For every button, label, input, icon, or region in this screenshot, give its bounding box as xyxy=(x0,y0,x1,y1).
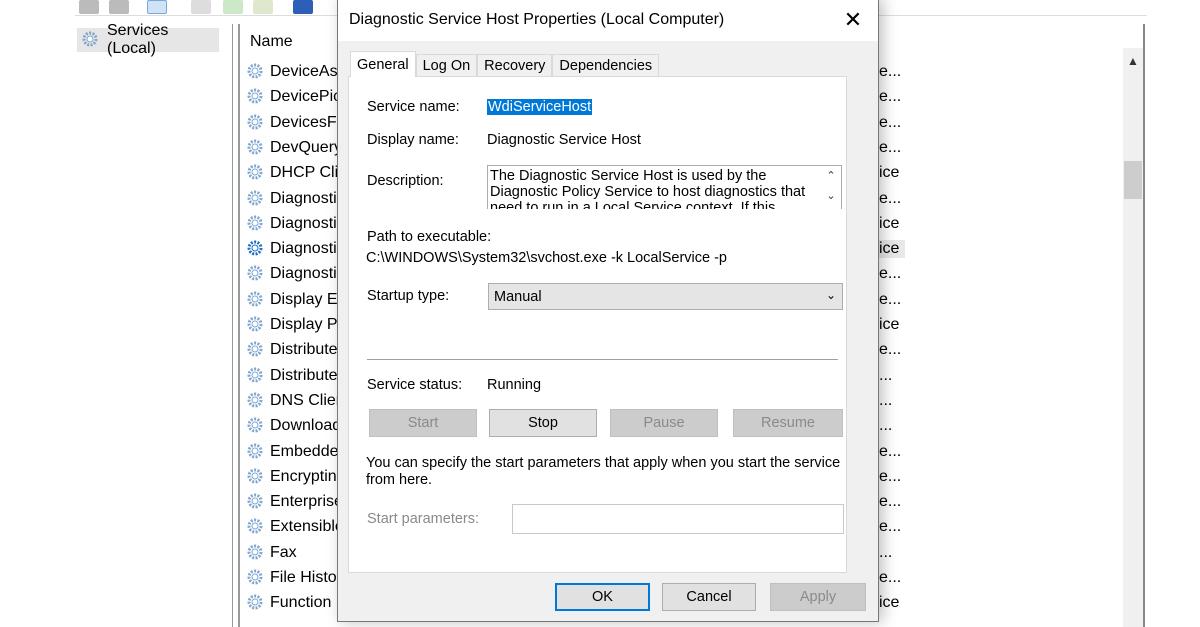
gear-icon xyxy=(247,594,263,610)
display-name-value[interactable]: Diagnostic Service Host xyxy=(487,132,641,148)
gear-icon xyxy=(247,443,263,458)
service-logon-as: ... xyxy=(879,417,893,435)
service-logon-as: ice xyxy=(879,594,900,612)
service-logon-as: e... xyxy=(879,493,902,511)
tree-pane: Services (Local) xyxy=(75,22,233,627)
gear-icon xyxy=(247,63,263,79)
service-logon-as: e... xyxy=(879,265,902,283)
description-text: The Diagnostic Service Host is used by t… xyxy=(490,168,806,209)
service-logon-as: ice xyxy=(879,164,900,182)
close-icon[interactable]: ✕ xyxy=(838,7,868,33)
tree-item-services-local[interactable]: Services (Local) xyxy=(77,22,219,57)
service-logon-as: e... xyxy=(879,113,902,131)
service-logon-as: ... xyxy=(879,366,893,384)
gear-icon xyxy=(247,114,263,130)
path-value[interactable]: C:\WINDOWS\System32\svchost.exe -k Local… xyxy=(366,250,727,266)
service-logon-as: e... xyxy=(879,442,902,460)
dialog-title: Diagnostic Service Host Properties (Loca… xyxy=(349,11,725,28)
service-logon-as: e... xyxy=(879,467,902,485)
service-logon-as: ice xyxy=(879,316,900,333)
startup-type-select[interactable]: Manual ⌄ xyxy=(488,283,843,310)
gear-icon xyxy=(247,518,263,534)
gear-icon xyxy=(247,468,263,484)
gear-icon xyxy=(247,493,263,509)
display-name-label: Display name: xyxy=(367,132,459,148)
service-logon-as: e... xyxy=(879,569,902,586)
back-icon[interactable] xyxy=(79,0,99,14)
title-bar: Diagnostic Service Host Properties (Loca… xyxy=(338,0,878,41)
ok-button[interactable]: OK xyxy=(555,583,650,611)
service-logon-as: e... xyxy=(879,189,902,207)
chevron-down-icon: ⌄ xyxy=(825,288,836,302)
vertical-scrollbar[interactable]: ▲ xyxy=(1123,48,1143,627)
refresh-icon[interactable] xyxy=(223,0,243,14)
help-icon[interactable] xyxy=(293,0,313,14)
gear-icon xyxy=(247,367,263,383)
service-status-label: Service status: xyxy=(367,377,463,393)
description-scrollbar[interactable]: ⌃ ⌄ xyxy=(821,166,841,209)
path-label: Path to executable: xyxy=(367,229,492,245)
service-logon-as: ice xyxy=(879,240,906,259)
chevron-down-icon[interactable]: ⌄ xyxy=(821,186,841,206)
general-tab-panel: Service name: WdiServiceHost Display nam… xyxy=(348,76,847,573)
gear-icon xyxy=(247,417,263,433)
resume-button[interactable]: Resume xyxy=(733,409,843,437)
scroll-up-icon[interactable]: ▲ xyxy=(1127,54,1139,68)
start-parameters-label: Start parameters: xyxy=(367,511,480,527)
tab-log-on[interactable]: Log On xyxy=(415,54,478,76)
service-status-value: Running xyxy=(487,377,542,393)
tab-general[interactable]: General xyxy=(350,51,416,77)
start-parameters-input[interactable] xyxy=(512,504,844,534)
tree-item-label: Services (Local) xyxy=(107,22,169,57)
service-name-label: Service name: xyxy=(367,99,460,115)
export-icon[interactable] xyxy=(253,0,273,14)
service-logon-as: ... xyxy=(879,543,893,561)
gear-icon xyxy=(247,240,263,256)
service-logon-as: e... xyxy=(879,138,902,156)
service-logon-as: e... xyxy=(879,63,902,80)
service-logon-as: ... xyxy=(879,391,893,409)
gear-icon xyxy=(247,392,263,408)
apply-button[interactable]: Apply xyxy=(770,583,866,611)
gear-icon xyxy=(247,544,263,560)
show-hide-tree-icon[interactable] xyxy=(147,0,167,14)
startup-type-value: Manual xyxy=(494,288,542,305)
properties-dialog: Diagnostic Service Host Properties (Loca… xyxy=(337,0,879,622)
service-logon-as: e... xyxy=(879,518,902,536)
scrollbar-thumb[interactable] xyxy=(1124,161,1142,199)
description-textbox[interactable]: The Diagnostic Service Host is used by t… xyxy=(487,165,842,209)
service-logon-as: e... xyxy=(879,341,902,359)
gear-icon xyxy=(247,215,263,231)
description-label: Description: xyxy=(367,173,444,189)
gear-icon xyxy=(247,569,263,585)
tab-recovery[interactable]: Recovery xyxy=(477,54,553,76)
service-logon-as: e... xyxy=(879,290,902,308)
properties-icon[interactable] xyxy=(191,0,211,14)
stop-button[interactable]: Stop xyxy=(489,409,597,437)
start-parameters-hint: You can specify the start parameters tha… xyxy=(366,455,841,488)
forward-icon[interactable] xyxy=(109,0,129,14)
tab-dependencies[interactable]: Dependencies xyxy=(552,54,660,76)
divider xyxy=(367,359,838,360)
gear-icon xyxy=(247,265,263,281)
pause-button[interactable]: Pause xyxy=(610,409,718,437)
service-logon-as: e... xyxy=(879,88,902,106)
cancel-button[interactable]: Cancel xyxy=(662,583,756,611)
gear-icon xyxy=(247,139,263,155)
service-logon-as: ice xyxy=(879,214,900,232)
chevron-up-icon[interactable]: ⌃ xyxy=(821,166,841,186)
gear-icon xyxy=(247,190,263,205)
gear-icon xyxy=(247,164,263,180)
gear-icon xyxy=(247,341,263,357)
gear-icon xyxy=(82,31,98,47)
service-name-value[interactable]: WdiServiceHost xyxy=(487,99,593,115)
gear-icon xyxy=(247,88,263,104)
start-button[interactable]: Start xyxy=(369,409,477,437)
gear-icon xyxy=(247,291,263,307)
gear-icon xyxy=(247,316,263,332)
tab-strip: General Log On Recovery Dependencies xyxy=(350,51,660,77)
startup-type-label: Startup type: xyxy=(367,288,450,304)
column-name-label: Name xyxy=(250,33,293,50)
